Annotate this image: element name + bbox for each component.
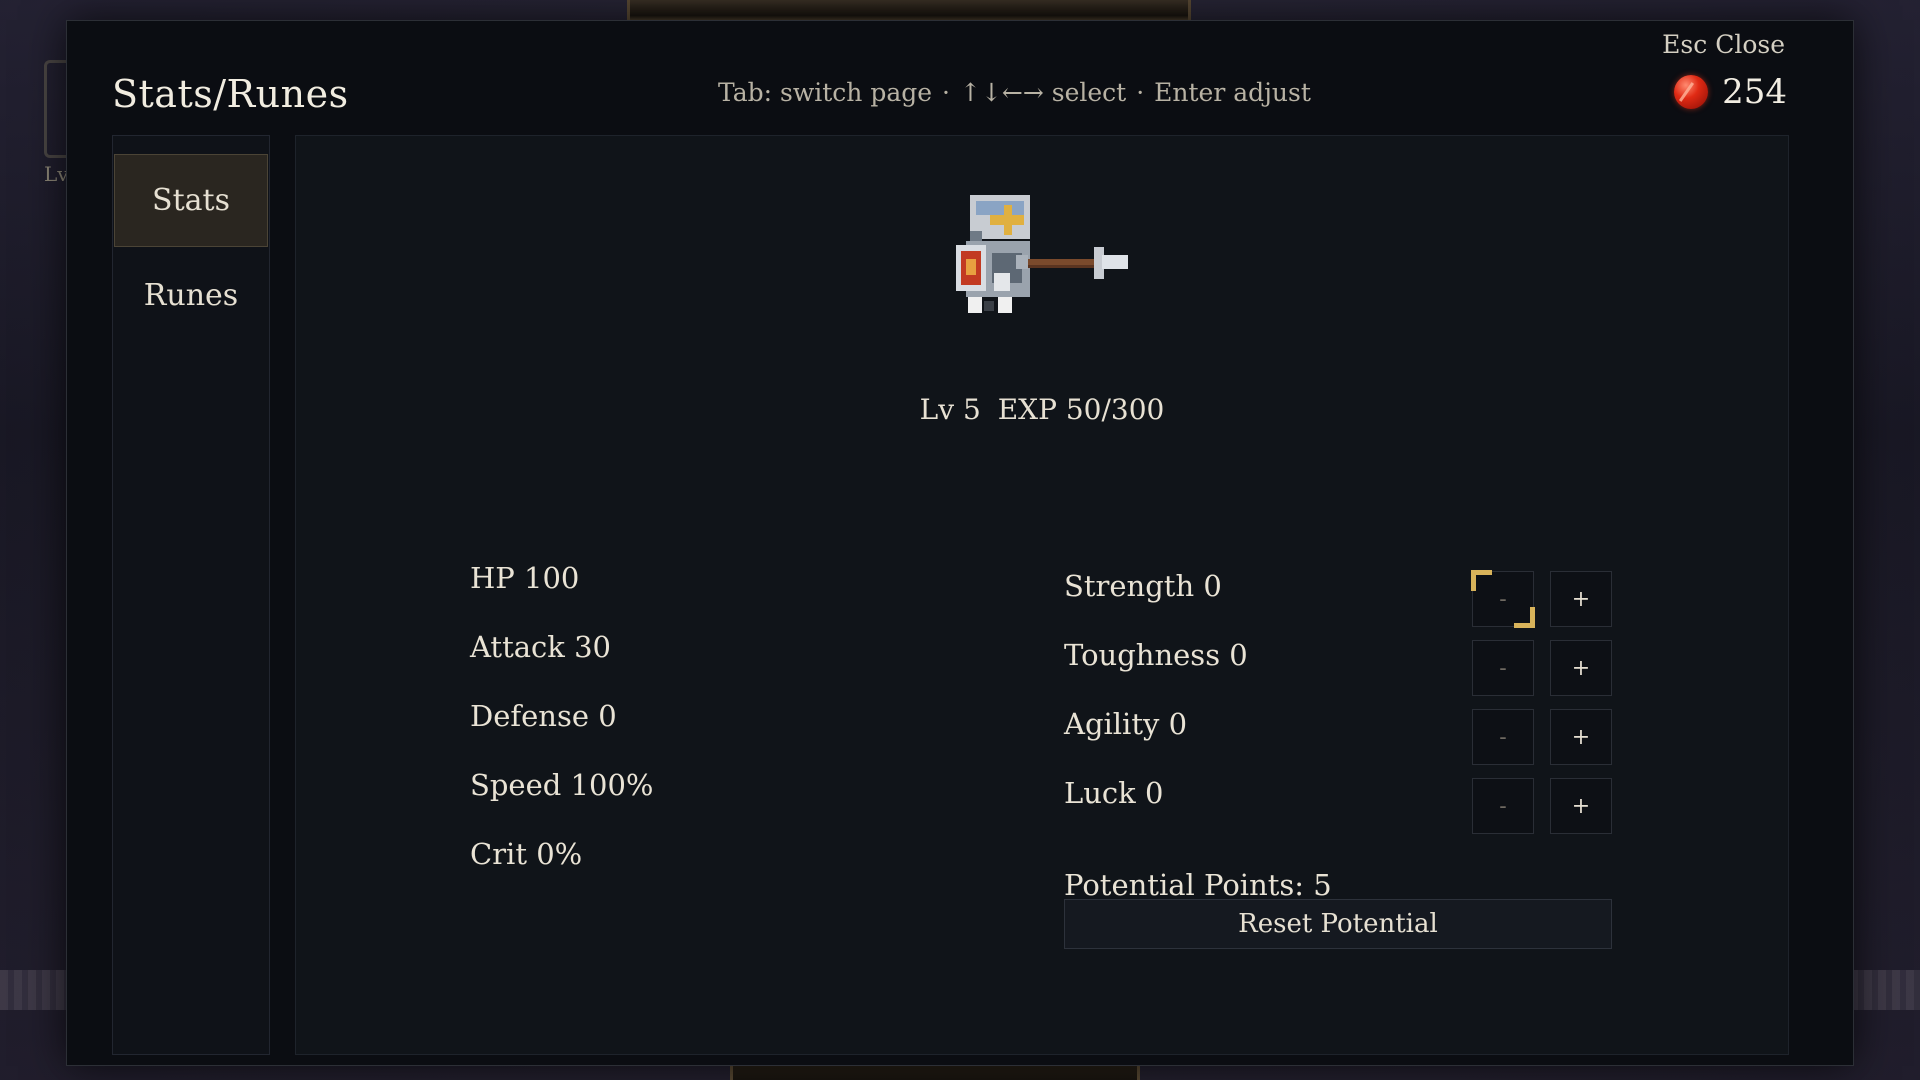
character-level: Lv 5 <box>919 393 981 426</box>
knight-with-spear-sprite <box>956 195 1128 313</box>
currency-value: 254 <box>1722 72 1787 112</box>
sidebar: Stats Runes <box>112 135 270 1055</box>
selection-corner-icon <box>1514 607 1535 628</box>
agility-plus-button[interactable]: + <box>1550 709 1612 765</box>
strength-plus-button[interactable]: + <box>1550 571 1612 627</box>
level-exp-line: Lv 5 EXP 50/300 <box>296 393 1788 426</box>
stat-speed: Speed 100% <box>470 768 654 802</box>
toughness-plus-button[interactable]: + <box>1550 640 1612 696</box>
hint-separator: · <box>942 78 950 107</box>
agility-minus-button[interactable]: - <box>1472 709 1534 765</box>
hint-select: ↑↓←→ select <box>960 78 1127 107</box>
stats-content: Lv 5 EXP 50/300 HP 100 Attack 30 Defense… <box>295 135 1789 1055</box>
tab-stats[interactable]: Stats <box>114 154 268 247</box>
tab-runes[interactable]: Runes <box>114 249 268 342</box>
background-ledge-left <box>0 970 70 1010</box>
reset-potential-button[interactable]: Reset Potential <box>1064 899 1612 949</box>
hint-separator: · <box>1136 78 1145 107</box>
toughness-minus-button[interactable]: - <box>1472 640 1534 696</box>
panel-title: Stats/Runes <box>112 72 349 116</box>
attribute-luck: Luck 0 <box>1064 776 1164 810</box>
selection-corner-icon <box>1471 570 1492 591</box>
stat-crit: Crit 0% <box>470 837 583 871</box>
red-gem-icon <box>1674 75 1709 109</box>
potential-points: Potential Points: 5 <box>1064 868 1332 902</box>
luck-plus-button[interactable]: + <box>1550 778 1612 834</box>
attribute-strength: Strength 0 <box>1064 569 1222 603</box>
background-hud-level: Lv <box>44 162 69 186</box>
controls-hint: Tab: switch page · ↑↓←→ select · Enter adjus… <box>718 78 1311 107</box>
stat-defense: Defense 0 <box>470 699 617 733</box>
attribute-agility: Agility 0 <box>1064 707 1188 741</box>
character-exp: EXP 50/300 <box>997 393 1165 426</box>
stat-hp: HP 100 <box>470 561 580 595</box>
close-button[interactable]: Esc Close <box>1662 30 1785 59</box>
hint-tab: Tab: switch page <box>718 78 933 107</box>
luck-minus-button[interactable]: - <box>1472 778 1534 834</box>
attribute-toughness: Toughness 0 <box>1064 638 1248 672</box>
hint-enter: Enter adjust <box>1154 78 1311 107</box>
background-ledge-right <box>1850 970 1920 1010</box>
strength-minus-button[interactable]: - <box>1471 570 1535 628</box>
minus-label: - <box>1499 586 1507 612</box>
currency-display: 254 <box>1674 72 1787 112</box>
stat-attack: Attack 30 <box>470 630 611 664</box>
